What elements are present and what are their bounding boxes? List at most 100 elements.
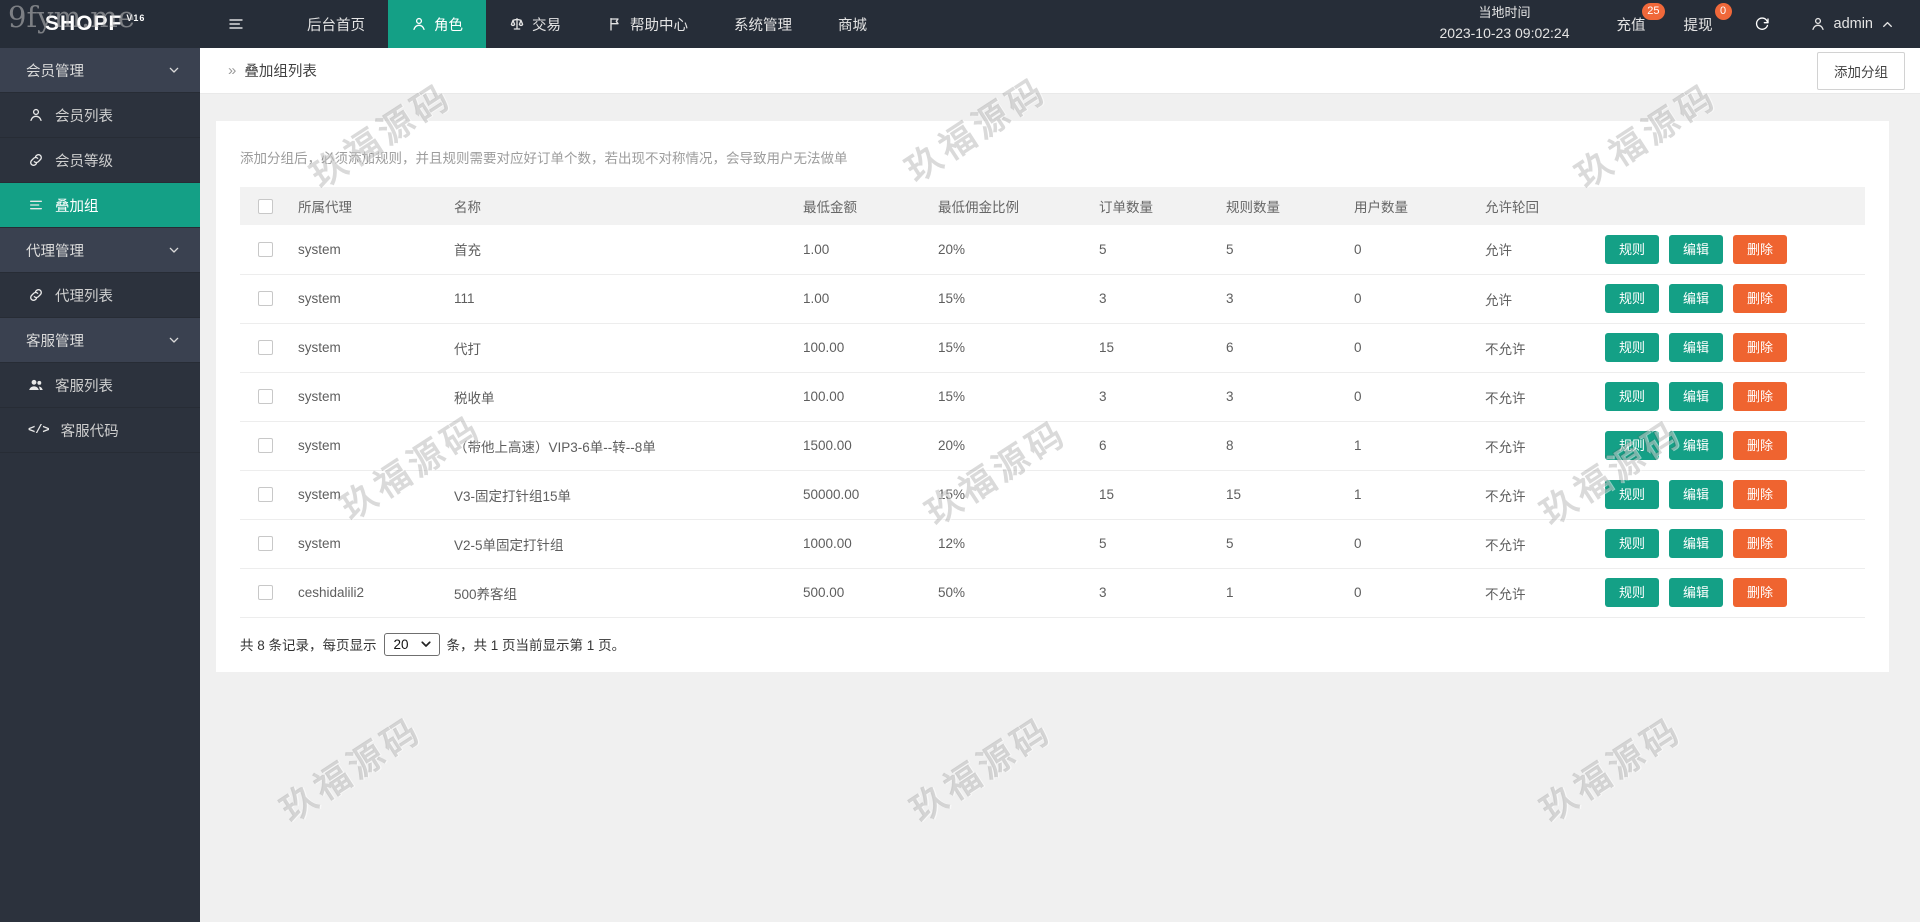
sidebar-item-label: 代理列表 (55, 288, 113, 305)
row-checkbox[interactable] (258, 487, 273, 503)
add-group-button[interactable]: 添加分组 (1817, 51, 1905, 90)
sidebar-item-service-code[interactable]: </> 客服代码 (0, 408, 200, 453)
breadcrumb: 叠加组列表 (244, 64, 317, 80)
edit-button[interactable]: 编辑 (1669, 529, 1724, 558)
edit-button[interactable]: 编辑 (1669, 480, 1724, 509)
delete-button[interactable]: 删除 (1733, 529, 1788, 558)
app-logo-text: SHOPF (45, 12, 123, 35)
nav-item-system[interactable]: 系统管理 (711, 0, 815, 48)
rule-button[interactable]: 规则 (1605, 234, 1660, 264)
delete-button[interactable]: 删除 (1733, 431, 1788, 460)
chevron-down-icon (166, 332, 182, 348)
breadcrumb-bar: » 叠加组列表 添加分组 (200, 48, 1920, 94)
cell-min_amount: 100.00 (789, 372, 924, 422)
cell-orders: 5 (1085, 519, 1212, 569)
delete-button[interactable]: 删除 (1733, 578, 1788, 607)
sidebar-item-label: 叠加组 (55, 198, 99, 215)
page-size-select[interactable]: 20 (383, 632, 440, 656)
cell-min_amount: 100.00 (789, 323, 924, 373)
nav-item-label: 商城 (838, 17, 867, 34)
withdraw-badge: 0 (1714, 3, 1732, 20)
row-checkbox[interactable] (258, 291, 273, 307)
rule-button[interactable]: 规则 (1605, 431, 1660, 460)
nav-item-home[interactable]: 后台首页 (284, 0, 388, 48)
cell-agent: system (284, 323, 440, 373)
edit-button[interactable]: 编辑 (1669, 578, 1724, 607)
cell-checkbox (240, 323, 284, 373)
user-menu[interactable]: admin (1792, 0, 1920, 48)
cell-agent: system (284, 421, 440, 471)
sidebar-item-agent-list[interactable]: 代理列表 (0, 273, 200, 318)
delete-button[interactable]: 删除 (1733, 382, 1788, 411)
cell-rules: 1 (1212, 568, 1340, 618)
username: admin (1833, 16, 1874, 32)
nav-item-role[interactable]: 角色 (388, 0, 486, 48)
cell-min_amount: 50000.00 (789, 470, 924, 520)
sidebar-header-label: 客服管理 (26, 333, 84, 350)
row-checkbox[interactable] (258, 242, 273, 258)
menu-toggle-button[interactable] (214, 0, 258, 48)
sidebar-item-label: 会员等级 (55, 153, 113, 170)
link-icon (28, 152, 44, 168)
rule-button[interactable]: 规则 (1605, 333, 1660, 362)
table-row: system （带他上高速）VIP3-6单--转--8单 1500.00 20% 6 8 1… (240, 421, 1865, 471)
cell-agent: system (284, 470, 440, 520)
rule-button[interactable]: 规则 (1605, 480, 1660, 509)
sidebar-item-member-level[interactable]: 会员等级 (0, 138, 200, 183)
nav-item-help[interactable]: 帮助中心 (584, 0, 711, 48)
sidebar-header-agent-management[interactable]: 代理管理 (0, 228, 200, 273)
nav-item-trade[interactable]: 交易 (486, 0, 584, 48)
row-checkbox[interactable] (258, 438, 273, 454)
select-all-checkbox[interactable] (258, 198, 273, 214)
edit-button[interactable]: 编辑 (1669, 284, 1724, 313)
refresh-button[interactable] (1732, 0, 1792, 48)
sidebar-item-overlay-group[interactable]: 叠加组 (0, 183, 200, 228)
refresh-icon (1754, 16, 1770, 32)
cell-rules: 5 (1212, 225, 1340, 275)
edit-button[interactable]: 编辑 (1669, 382, 1724, 411)
nav-item-mall[interactable]: 商城 (815, 0, 890, 48)
sidebar-header-member-management[interactable]: 会员管理 (0, 48, 200, 93)
flag-icon (607, 16, 623, 32)
cell-min_commission: 12% (924, 519, 1085, 569)
recharge-button[interactable]: 充值 25 (1598, 0, 1665, 48)
select-all-header-cell (240, 187, 284, 225)
sidebar-header-service-management[interactable]: 客服管理 (0, 318, 200, 363)
cell-name: （带他上高速）VIP3-6单--转--8单 (440, 421, 789, 471)
delete-button[interactable]: 删除 (1733, 333, 1788, 362)
edit-button[interactable]: 编辑 (1669, 234, 1724, 264)
rule-button[interactable]: 规则 (1605, 529, 1660, 558)
person-icon (411, 16, 427, 32)
cell-checkbox (240, 372, 284, 422)
cell-min_amount: 500.00 (789, 568, 924, 618)
rule-button[interactable]: 规则 (1605, 284, 1660, 313)
rule-button[interactable]: 规则 (1605, 578, 1660, 607)
nav-item-label: 系统管理 (734, 17, 792, 34)
sidebar-header-label: 会员管理 (26, 63, 84, 80)
cell-checkbox (240, 519, 284, 569)
select-chevron-icon (420, 638, 432, 650)
delete-button[interactable]: 删除 (1733, 284, 1788, 313)
sidebar-item-service-list[interactable]: 客服列表 (0, 363, 200, 408)
pagination: 共 8 条记录，每页显示 20 条，共 1 页当前显示第 1 页。 (240, 632, 1865, 656)
groups-table: 所属代理 名称 最低金额 最低佣金比例 订单数量 规则数量 用户数量 允许轮回 system 首… (240, 187, 1865, 618)
delete-button[interactable]: 删除 (1733, 480, 1788, 509)
cell-name: 首充 (440, 225, 789, 275)
app-logo-version: V16 (126, 13, 146, 23)
edit-button[interactable]: 编辑 (1669, 431, 1724, 460)
rule-button[interactable]: 规则 (1605, 382, 1660, 411)
column-header: 最低金额 (789, 187, 924, 225)
delete-button[interactable]: 删除 (1733, 234, 1788, 264)
sidebar-item-member-list[interactable]: 会员列表 (0, 93, 200, 138)
topbar-right: 当地时间 2023-10-23 09:02:24 充值 25 提现 0 admi… (1412, 0, 1920, 48)
row-checkbox[interactable] (258, 389, 273, 405)
row-checkbox[interactable] (258, 340, 273, 356)
edit-button[interactable]: 编辑 (1669, 333, 1724, 362)
chevron-up-icon (1881, 18, 1894, 31)
withdraw-button[interactable]: 提现 0 (1665, 0, 1732, 48)
column-header: 所属代理 (284, 187, 440, 225)
cell-checkbox (240, 568, 284, 618)
row-checkbox[interactable] (258, 585, 273, 601)
cell-orders: 15 (1085, 470, 1212, 520)
row-checkbox[interactable] (258, 536, 273, 552)
